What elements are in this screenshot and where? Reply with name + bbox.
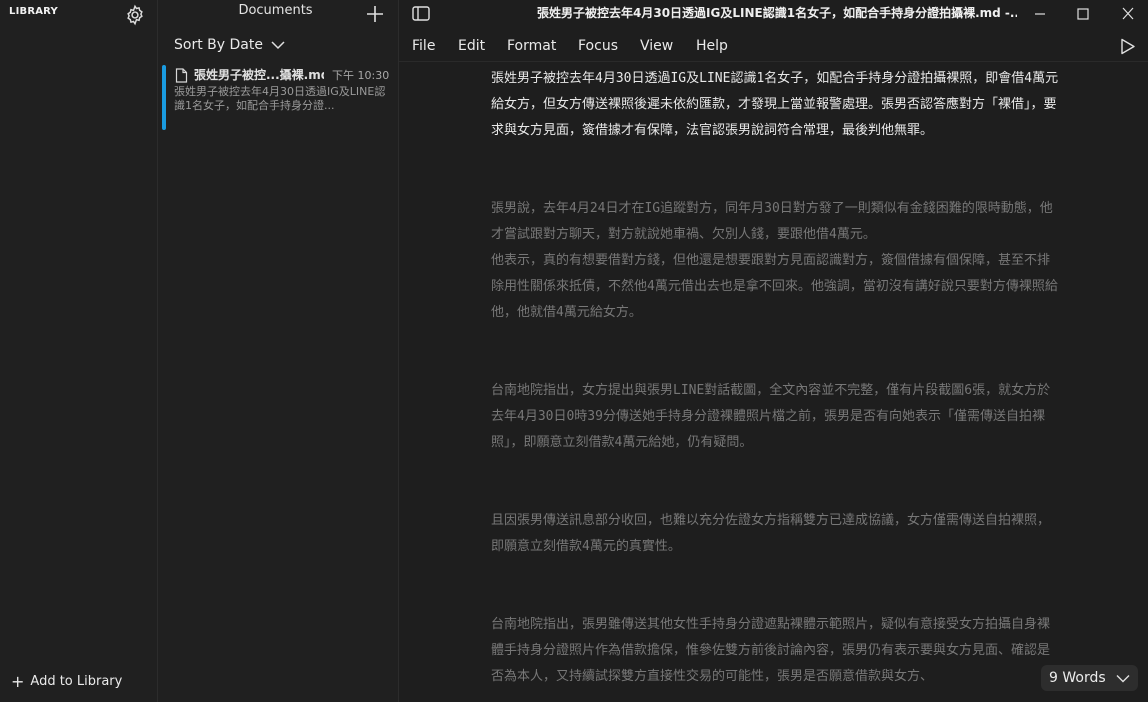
new-document-button[interactable] bbox=[364, 3, 386, 25]
documents-title: Documents bbox=[238, 3, 313, 18]
gear-icon[interactable] bbox=[124, 4, 146, 26]
menu-help[interactable]: Help bbox=[696, 38, 728, 54]
editor-paragraph: 張男說，去年4月24日才在IG追蹤對方，同年月30日對方發了一則類似有金錢困難的… bbox=[491, 201, 1058, 320]
close-icon bbox=[1122, 7, 1134, 20]
editor-paragraph: 張姓男子被控去年4月30日透過IG及LINE認識1名女子，如配合手持身分證拍攝裸… bbox=[491, 71, 1059, 138]
preview-play-icon[interactable] bbox=[1120, 38, 1136, 55]
editor-content[interactable]: 張姓男子被控去年4月30日透過IG及LINE認識1名女子，如配合手持身分證拍攝裸… bbox=[491, 66, 1059, 702]
selected-indicator bbox=[162, 65, 166, 130]
maximize-button[interactable] bbox=[1072, 4, 1094, 24]
document-list-item[interactable]: 張姓男子被控...攝裸.md 下午 10:30 張姓男子被控去年4月30日透過I… bbox=[162, 63, 397, 131]
editor-paragraph: 台南地院指出，張男雖傳送其他女性手持身分證遮點裸體示範照片，疑似有意接受女方拍攝… bbox=[491, 617, 1051, 684]
chevron-down-icon bbox=[1116, 674, 1130, 682]
menu-format[interactable]: Format bbox=[507, 38, 556, 54]
editor-paragraph: 台南地院指出，女方提出與張男LINE對話截圖，全文內容並不完整，僅有片段截圖6張… bbox=[491, 383, 1051, 450]
close-button[interactable] bbox=[1117, 4, 1139, 24]
plus-icon bbox=[367, 6, 383, 22]
minimize-button[interactable] bbox=[1029, 4, 1051, 24]
maximize-icon bbox=[1077, 8, 1089, 20]
document-name: 張姓男子被控...攝裸.md bbox=[194, 68, 324, 82]
minimize-icon bbox=[1035, 13, 1045, 15]
sidebar-toggle-icon[interactable] bbox=[412, 6, 430, 21]
title-bar: 張姓男子被控去年4月30日透過IG及LINE認識1名女子，如配合手持身分證拍攝裸… bbox=[399, 0, 1148, 28]
chevron-down-icon bbox=[271, 41, 285, 50]
menu-edit[interactable]: Edit bbox=[458, 38, 485, 54]
menu-file[interactable]: File bbox=[412, 38, 435, 54]
library-title: LIBRARY bbox=[9, 6, 58, 17]
sort-label: Sort By Date bbox=[174, 37, 263, 53]
menu-focus[interactable]: Focus bbox=[578, 38, 618, 54]
menu-view[interactable]: View bbox=[640, 38, 673, 54]
plus-icon: + bbox=[11, 671, 25, 691]
document-preview: 張姓男子被控去年4月30日透過IG及LINE認識1名女子，如配合手持身分證... bbox=[174, 85, 386, 112]
editor-paragraph: 且因張男傳送訊息部分收回，也難以充分佐證女方指稱雙方已達成協議，女方僅需傳送自拍… bbox=[491, 513, 1051, 554]
word-count-label: 9 Words bbox=[1049, 670, 1106, 686]
sort-dropdown[interactable]: Sort By Date bbox=[174, 37, 285, 53]
library-pane: LIBRARY + Add to Library bbox=[0, 0, 158, 702]
window-title: 張姓男子被控去年4月30日透過IG及LINE認識1名女子，如配合手持身分證拍攝裸… bbox=[537, 6, 1017, 20]
documents-pane: Documents Sort By Date 張姓男子被控...攝裸.md 下午… bbox=[158, 0, 399, 702]
document-icon bbox=[175, 68, 188, 83]
document-time: 下午 10:30 bbox=[332, 69, 390, 82]
add-to-library-button[interactable]: + Add to Library bbox=[11, 671, 123, 691]
word-count-button[interactable]: 9 Words bbox=[1041, 665, 1138, 691]
add-to-library-label: Add to Library bbox=[30, 674, 123, 689]
menu-bar: File Edit Format Focus View Help bbox=[399, 34, 1148, 62]
editor-pane: 張姓男子被控去年4月30日透過IG及LINE認識1名女子，如配合手持身分證拍攝裸… bbox=[399, 0, 1148, 702]
